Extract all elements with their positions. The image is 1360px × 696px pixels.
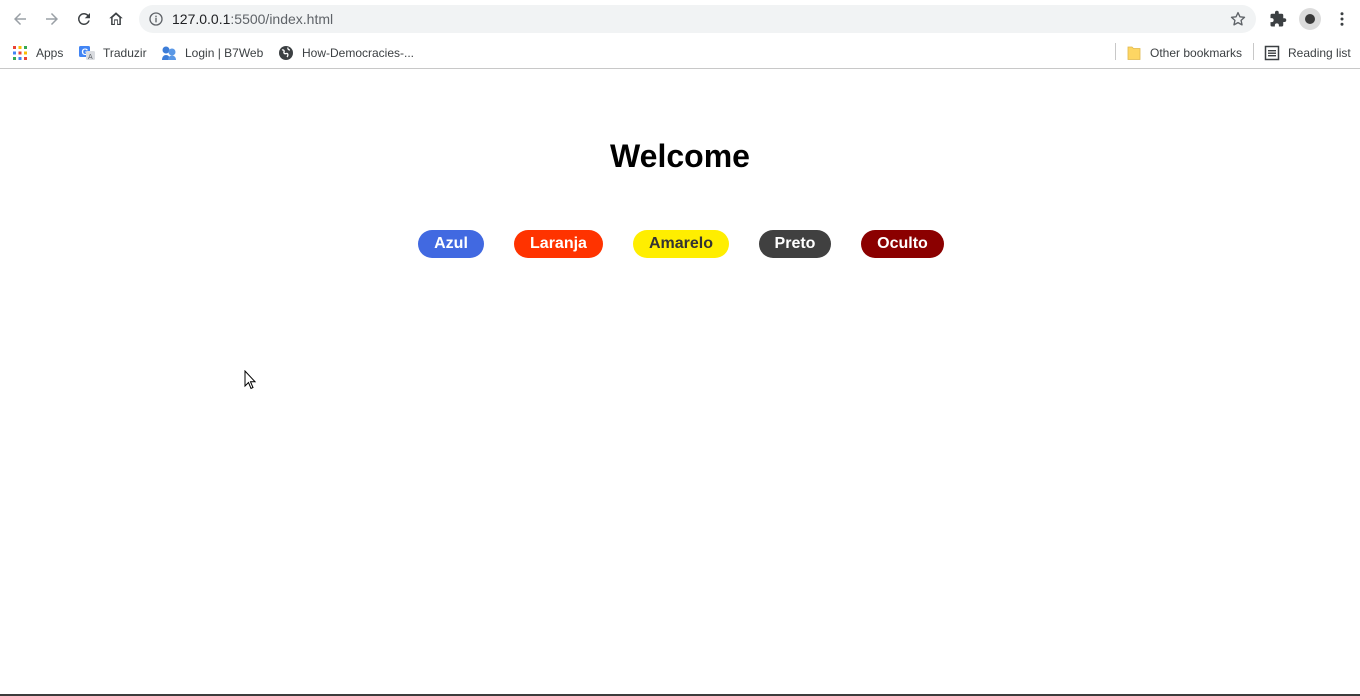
bookmarks-bar: Apps GA Traduzir Login | B7Web How-Democ…	[0, 38, 1360, 69]
bookmark-label: Traduzir	[103, 46, 147, 60]
extensions-button[interactable]	[1266, 7, 1290, 31]
star-icon[interactable]	[1229, 10, 1247, 28]
back-button[interactable]	[8, 7, 32, 31]
info-icon[interactable]	[148, 11, 164, 27]
folder-icon	[1127, 46, 1141, 60]
back-arrow-icon	[14, 13, 26, 25]
home-button[interactable]	[104, 7, 128, 31]
avatar[interactable]	[1299, 8, 1321, 30]
bookmark-apps[interactable]: Apps	[12, 43, 63, 63]
browser-menu-button[interactable]	[1330, 7, 1354, 31]
browser-toolbar: 127.0.0.1:5500/index.html	[0, 0, 1360, 38]
bookmark-divider	[1253, 43, 1254, 60]
reload-icon	[77, 12, 90, 25]
bookmark-traduzir[interactable]: GA Traduzir	[79, 43, 147, 63]
bookmark-divider	[1115, 43, 1116, 60]
translate-icon: GA	[79, 46, 95, 61]
page-title: Welcome	[610, 138, 750, 174]
reading-list-icon	[1264, 45, 1280, 61]
puzzle-icon	[1270, 10, 1287, 27]
bookmark-label: How-Democracies-...	[302, 46, 415, 60]
url-path: :5500/index.html	[230, 11, 334, 27]
color-button-row: Azul Laranja Amarelo Preto Oculto	[0, 230, 1360, 258]
apps-grid-icon	[13, 46, 27, 60]
profile-image	[1305, 14, 1315, 24]
bookmark-label: Login | B7Web	[185, 46, 264, 60]
forward-button[interactable]	[40, 7, 64, 31]
globe-icon	[279, 46, 293, 60]
url-text[interactable]: 127.0.0.1:5500/index.html	[172, 11, 333, 27]
oculto-button[interactable]: Oculto	[861, 230, 944, 258]
svg-text:A: A	[88, 54, 93, 61]
reading-list-label: Reading list	[1288, 46, 1351, 60]
bookmark-label: Apps	[36, 46, 64, 60]
amarelo-button[interactable]: Amarelo	[633, 230, 729, 258]
home-icon	[109, 12, 123, 25]
reload-button[interactable]	[72, 7, 96, 31]
kebab-menu-icon	[1340, 12, 1344, 26]
reading-list[interactable]: Reading list	[1264, 43, 1351, 63]
forward-arrow-icon	[46, 13, 58, 25]
azul-button[interactable]: Azul	[418, 230, 484, 258]
url-host: 127.0.0.1	[172, 11, 231, 27]
bookmark-how-democracies[interactable]: How-Democracies-...	[278, 43, 414, 63]
mouse-cursor-icon	[244, 370, 257, 390]
bookmark-b7web[interactable]: Login | B7Web	[161, 43, 263, 63]
other-bookmarks[interactable]: Other bookmarks	[1126, 43, 1242, 63]
other-bookmarks-label: Other bookmarks	[1150, 46, 1243, 60]
laranja-button[interactable]: Laranja	[514, 230, 603, 258]
preto-button[interactable]: Preto	[759, 230, 831, 258]
address-bar[interactable]: 127.0.0.1:5500/index.html	[139, 5, 1256, 33]
b7web-icon	[162, 46, 176, 60]
